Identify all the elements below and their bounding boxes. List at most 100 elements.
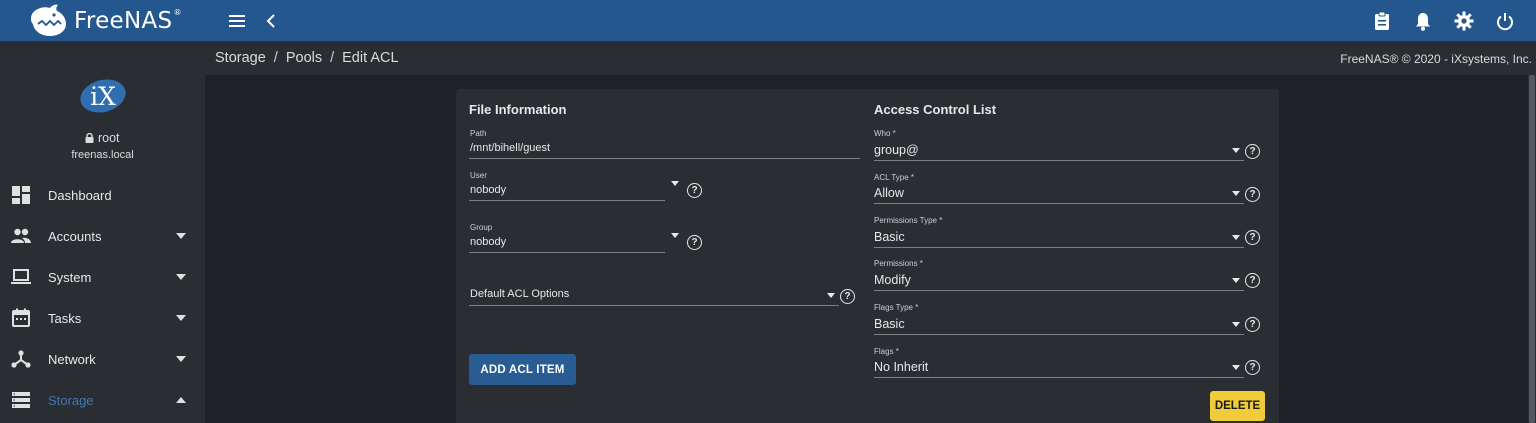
flags-label: Flags * (874, 347, 899, 356)
who-select[interactable]: group@ (874, 143, 919, 157)
lock-icon (85, 132, 94, 143)
permissions-label: Permissions * (874, 259, 923, 268)
sidebar-item-system[interactable]: System (0, 259, 205, 295)
user-dropdown-arrow-icon[interactable] (671, 181, 679, 186)
top-bar: FreeNAS® (0, 0, 1536, 41)
acl-type-help-icon[interactable]: ? (1245, 187, 1260, 202)
breadcrumb-bar: Storage / Pools / Edit ACL FreeNAS® © 20… (205, 41, 1536, 75)
user-name: root (0, 131, 205, 145)
access-control-list-title: Access Control List (874, 102, 997, 117)
gear-icon[interactable] (1453, 10, 1475, 32)
path-value: /mnt/bihell/guest (470, 142, 551, 154)
sidebar-item-dashboard[interactable]: Dashboard (0, 177, 205, 213)
breadcrumb-separator: / (273, 50, 278, 66)
group-underline (469, 252, 665, 253)
ix-logo-avatar: iX (80, 79, 126, 113)
group-help-icon[interactable]: ? (687, 235, 702, 250)
chevron-left-icon[interactable] (260, 10, 282, 32)
storage-icon (12, 392, 30, 408)
permissions-help-icon[interactable]: ? (1245, 273, 1260, 288)
menu-icon[interactable] (226, 10, 248, 32)
permissions-type-help-icon[interactable]: ? (1245, 230, 1260, 245)
sidebar-item-accounts[interactable]: Accounts (0, 218, 205, 254)
permissions-type-underline (874, 247, 1244, 248)
caret-down-icon (176, 233, 186, 239)
breadcrumb-separator: / (330, 50, 335, 66)
clipboard-icon[interactable] (1371, 10, 1393, 32)
hostname: freenas.local (71, 149, 134, 161)
flags-type-label: Flags Type * (874, 303, 919, 312)
delete-button[interactable]: DELETE (1210, 391, 1265, 421)
user-label: User (470, 171, 487, 180)
flags-type-dropdown-arrow-icon[interactable] (1232, 322, 1240, 327)
path-underline (469, 158, 860, 159)
breadcrumb-pools[interactable]: Pools (286, 50, 322, 66)
who-label: Who * (874, 129, 896, 138)
flags-type-help-icon[interactable]: ? (1245, 317, 1260, 332)
permissions-select[interactable]: Modify (874, 273, 911, 287)
permissions-type-label: Permissions Type * (874, 216, 943, 225)
permissions-type-select[interactable]: Basic (874, 230, 905, 244)
network-icon (11, 350, 31, 368)
sidebar-item-tasks[interactable]: Tasks (0, 300, 205, 336)
permissions-type-dropdown-arrow-icon[interactable] (1232, 235, 1240, 240)
breadcrumb: Storage / Pools / Edit ACL (215, 50, 399, 66)
who-underline (874, 160, 1244, 161)
permissions-dropdown-arrow-icon[interactable] (1232, 278, 1240, 283)
breadcrumb-edit-acl: Edit ACL (342, 50, 399, 66)
who-dropdown-arrow-icon[interactable] (1232, 148, 1240, 153)
sidebar-item-label: Storage (48, 392, 94, 408)
acl-type-label: ACL Type * (874, 173, 915, 182)
flags-dropdown-arrow-icon[interactable] (1232, 365, 1240, 370)
freenas-shark-icon (30, 4, 67, 36)
sidebar-item-label: Dashboard (48, 187, 112, 203)
flags-type-underline (874, 334, 1244, 335)
flags-underline (874, 377, 1244, 378)
svg-text:iX: iX (90, 82, 116, 111)
default-acl-underline (469, 305, 839, 306)
caret-up-icon (176, 397, 186, 403)
sidebar-item-label: Accounts (48, 228, 102, 244)
user-underline (469, 200, 665, 201)
acl-form-card (456, 89, 1279, 423)
sidebar-item-label: Tasks (48, 310, 82, 326)
power-icon[interactable] (1494, 10, 1516, 32)
flags-help-icon[interactable]: ? (1245, 360, 1260, 375)
flags-select[interactable]: No Inherit (874, 360, 928, 374)
caret-down-icon (176, 315, 186, 321)
path-label: Path (470, 129, 487, 138)
app-name: FreeNAS® (74, 8, 182, 34)
default-acl-help-icon[interactable]: ? (840, 289, 855, 304)
acl-type-select[interactable]: Allow (874, 186, 904, 200)
flags-type-select[interactable]: Basic (874, 317, 905, 331)
people-icon (11, 228, 31, 243)
group-field[interactable]: nobody (470, 236, 506, 248)
breadcrumb-storage[interactable]: Storage (215, 50, 266, 66)
sidebar-item-label: Network (48, 351, 96, 367)
scrollbar-thumb[interactable] (1529, 75, 1535, 423)
file-information-title: File Information (469, 102, 567, 117)
user-field[interactable]: nobody (470, 184, 506, 196)
acl-type-underline (874, 203, 1244, 204)
freenas-logo[interactable]: FreeNAS® (28, 3, 182, 39)
laptop-icon (11, 269, 31, 284)
default-acl-options-select[interactable]: Default ACL Options (470, 288, 569, 300)
user-help-icon[interactable]: ? (687, 183, 702, 198)
group-label: Group (470, 223, 493, 232)
permissions-underline (874, 290, 1244, 291)
dashboard-icon (12, 186, 30, 204)
default-acl-dropdown-arrow-icon[interactable] (827, 293, 835, 298)
calendar-icon (12, 308, 30, 327)
who-help-icon[interactable]: ? (1245, 144, 1260, 159)
sidebar: iX root freenas.local Dashboard Accounts… (0, 41, 205, 423)
bell-icon[interactable] (1412, 10, 1434, 32)
group-dropdown-arrow-icon[interactable] (671, 233, 679, 238)
sidebar-item-network[interactable]: Network (0, 341, 205, 377)
copyright: FreeNAS® © 2020 - iXsystems, Inc. (1340, 52, 1532, 66)
caret-down-icon (176, 356, 186, 362)
acl-type-dropdown-arrow-icon[interactable] (1232, 191, 1240, 196)
sidebar-item-storage[interactable]: Storage (0, 382, 205, 418)
caret-down-icon (176, 274, 186, 280)
sidebar-item-label: System (48, 269, 92, 285)
add-acl-item-button[interactable]: ADD ACL ITEM (469, 354, 576, 385)
